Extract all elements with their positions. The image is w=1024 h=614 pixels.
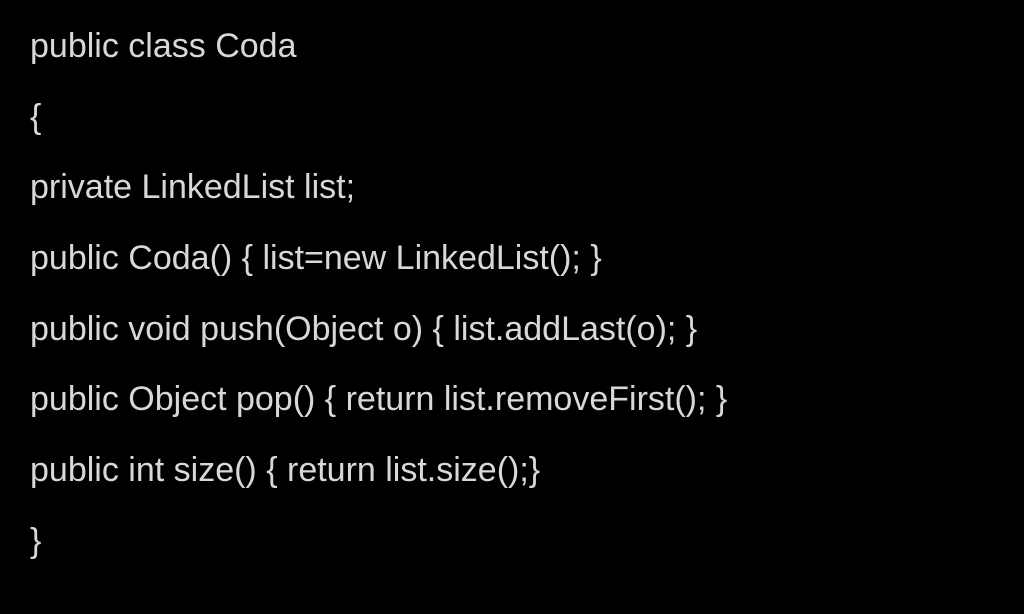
code-line: public Object pop() { return list.remove…: [30, 373, 994, 426]
code-line: {: [30, 91, 994, 144]
code-line: public Coda() { list=new LinkedList(); }: [30, 232, 994, 285]
code-line: public void push(Object o) { list.addLas…: [30, 303, 994, 356]
code-line: public class Coda: [30, 20, 994, 73]
code-line: private LinkedList list;: [30, 161, 994, 214]
code-line: public int size() { return list.size();}: [30, 444, 994, 497]
code-line: }: [30, 515, 994, 568]
code-block: public class Coda { private LinkedList l…: [0, 0, 1024, 588]
